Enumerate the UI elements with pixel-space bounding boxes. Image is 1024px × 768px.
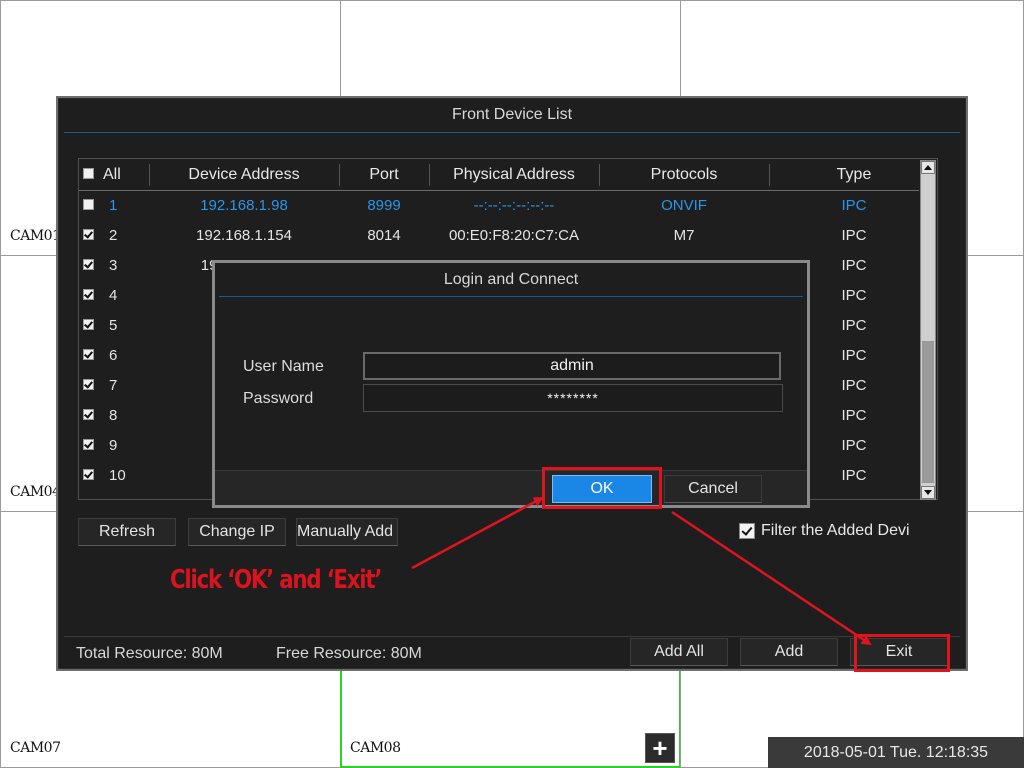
row-checkbox[interactable] <box>83 289 94 300</box>
row-index: 6 <box>109 346 118 364</box>
plus-icon: + <box>652 733 668 763</box>
protocol-cell: ONVIF <box>661 196 707 214</box>
row-index: 3 <box>109 256 118 274</box>
row-checkbox[interactable] <box>83 439 94 450</box>
device-address-cell: 192.168.1.98 <box>200 196 288 214</box>
camera-label: CAM07 <box>10 740 61 756</box>
column-header-device-address[interactable]: Device Address <box>149 159 339 190</box>
port-cell: 8999 <box>367 196 401 214</box>
dialog-title: Login and Connect <box>443 270 579 288</box>
row-checkbox[interactable] <box>83 229 94 240</box>
type-cell: IPC <box>841 226 867 244</box>
device-address-cell: 192.168.1.154 <box>196 226 292 244</box>
add-button[interactable]: Add <box>740 638 838 666</box>
filter-added-devices[interactable]: Filter the Added Devi <box>739 520 934 542</box>
column-header-port[interactable]: Port <box>339 159 429 190</box>
free-resource: Free Resource: 80M <box>276 645 422 662</box>
camera-label: CAM01 <box>10 228 61 244</box>
column-header-protocols[interactable]: Protocols <box>599 159 769 190</box>
physical-address-cell: 00:E0:F8:20:C7:CA <box>448 226 580 244</box>
table-row[interactable]: 1 192.168.1.98 8999 --:--:--:--:--:-- ONVIF I… <box>79 190 919 220</box>
filter-label: Filter the Added Devi <box>761 522 910 539</box>
filter-checkbox[interactable] <box>739 523 755 539</box>
row-index: 7 <box>109 376 118 394</box>
exit-highlight-box <box>854 634 950 672</box>
column-header-all: All <box>103 165 121 183</box>
password-label: Password <box>243 390 314 407</box>
scroll-thumb[interactable] <box>922 341 934 483</box>
refresh-button[interactable]: Refresh <box>78 518 176 546</box>
row-checkbox[interactable] <box>83 319 94 330</box>
table-scrollbar[interactable] <box>920 160 936 500</box>
row-checkbox[interactable] <box>83 349 94 360</box>
row-checkbox[interactable] <box>83 259 94 270</box>
type-cell: IPC <box>841 196 867 214</box>
system-clock: 2018-05-01 Tue. 12:18:35 <box>768 737 1024 768</box>
column-header-physical-address[interactable]: Physical Address <box>429 159 599 190</box>
physical-address-cell: --:--:--:--:--:-- <box>473 196 555 214</box>
camera-label: CAM04 <box>10 484 61 500</box>
row-checkbox[interactable] <box>83 499 94 500</box>
username-label: User Name <box>243 358 324 375</box>
row-checkbox[interactable] <box>83 469 94 480</box>
login-dialog: Login and Connect User Name admin Passwo… <box>212 260 810 508</box>
ok-highlight-box <box>542 467 662 509</box>
row-index: 11 <box>109 490 125 500</box>
row-index: 2 <box>109 226 118 244</box>
table-header: All Device Address Port Physical Address… <box>79 159 919 191</box>
table-row[interactable]: 2 192.168.1.154 8014 00:E0:F8:20:C7:CA M7 IPC <box>79 220 919 250</box>
port-cell: 8014 <box>367 226 401 244</box>
scroll-up-arrow-icon[interactable] <box>921 161 935 174</box>
row-checkbox[interactable] <box>83 199 94 210</box>
title-divider <box>64 132 960 133</box>
password-field[interactable]: ******** <box>363 384 783 412</box>
protocol-cell: M7 <box>673 226 695 244</box>
instruction-annotation: Click ‘OK’ and ‘Exit’ <box>170 565 382 595</box>
column-header-type[interactable]: Type <box>769 159 937 190</box>
row-checkbox[interactable] <box>83 379 94 390</box>
row-index: 5 <box>109 316 118 334</box>
row-index: 10 <box>109 466 126 484</box>
select-all-checkbox[interactable] <box>83 168 94 179</box>
scroll-down-arrow-icon[interactable] <box>921 486 935 499</box>
add-all-button[interactable]: Add All <box>630 638 728 666</box>
manually-add-button[interactable]: Manually Add <box>296 518 398 546</box>
row-checkbox[interactable] <box>83 409 94 420</box>
row-index: 8 <box>109 406 118 424</box>
footer-divider <box>64 636 960 637</box>
dialog-title-divider <box>219 296 803 297</box>
row-index: 9 <box>109 436 118 454</box>
camera-label: CAM08 <box>350 740 401 756</box>
add-camera-button[interactable]: + <box>645 733 675 763</box>
window-title: Front Device List <box>451 106 573 123</box>
cancel-button[interactable]: Cancel <box>664 475 762 503</box>
row-index: 4 <box>109 286 118 304</box>
total-resource: Total Resource: 80M <box>76 645 223 662</box>
change-ip-button[interactable]: Change IP <box>188 518 286 546</box>
username-field[interactable]: admin <box>363 352 781 380</box>
row-index: 1 <box>109 196 118 214</box>
